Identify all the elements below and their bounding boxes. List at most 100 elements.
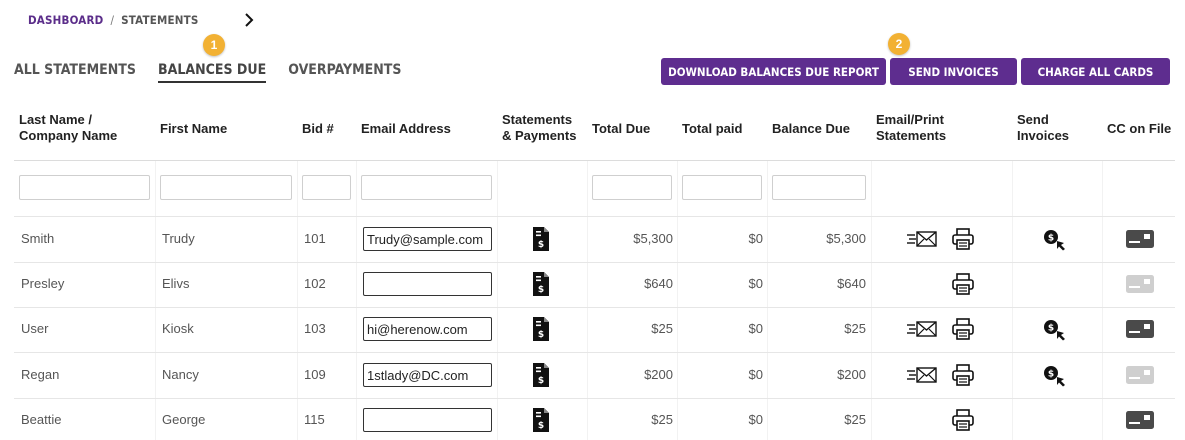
row-first-name: George (162, 412, 206, 427)
row-email-input[interactable] (363, 317, 492, 341)
svg-text:$: $ (1048, 370, 1054, 380)
email-statement-icon[interactable] (907, 321, 937, 342)
tab-all-statements[interactable]: ALL STATEMENTS (14, 62, 136, 83)
send-invoice-icon[interactable]: $ (1043, 319, 1067, 346)
row-balance-due: $25 (844, 412, 866, 427)
svg-text:$: $ (1048, 324, 1054, 334)
statement-tabs: ALL STATEMENTS BALANCES DUE OVERPAYMENTS (14, 62, 423, 83)
row-last-name: Presley (21, 276, 65, 291)
credit-card-icon[interactable] (1126, 230, 1154, 253)
row-first-name: Elivs (162, 276, 190, 291)
chevron-right-icon[interactable] (243, 12, 255, 28)
callout-badge-1: 1 (203, 34, 225, 56)
svg-text:$: $ (538, 376, 544, 386)
column-header-email[interactable]: Email Address (361, 121, 451, 137)
statement-document-icon[interactable]: $ (531, 226, 551, 257)
credit-card-icon[interactable] (1126, 366, 1154, 389)
filter-first-name-input[interactable] (160, 175, 292, 200)
row-last-name: Beattie (21, 412, 62, 427)
column-header-bid[interactable]: Bid # (302, 121, 334, 137)
credit-card-icon[interactable] (1126, 411, 1154, 434)
credit-card-icon[interactable] (1126, 320, 1154, 343)
column-header-statements-payments[interactable]: Statements & Payments (502, 112, 582, 144)
breadcrumb-dashboard-link[interactable]: DASHBOARD (28, 13, 103, 27)
row-total-paid: $0 (748, 231, 763, 246)
svg-text:$: $ (1048, 234, 1054, 244)
breadcrumb-current: STATEMENTS (121, 13, 199, 27)
row-balance-due: $25 (844, 321, 866, 336)
row-divider (14, 262, 1175, 263)
print-statement-icon[interactable] (952, 228, 974, 255)
row-first-name: Trudy (162, 231, 195, 246)
statement-document-icon[interactable]: $ (531, 362, 551, 393)
email-statement-icon[interactable] (907, 231, 937, 252)
column-header-balance-due[interactable]: Balance Due (772, 121, 850, 137)
header-divider (14, 160, 1175, 161)
column-header-total-due[interactable]: Total Due (592, 121, 650, 137)
row-bid: 102 (304, 276, 326, 291)
filter-total-due-input[interactable] (592, 175, 672, 200)
send-invoices-button[interactable]: SEND INVOICES (890, 58, 1017, 85)
row-last-name: Smith (21, 231, 55, 246)
credit-card-icon[interactable] (1126, 275, 1154, 298)
filter-total-paid-input[interactable] (682, 175, 762, 200)
breadcrumb: DASHBOARD / STATEMENTS (28, 13, 199, 27)
row-total-paid: $0 (748, 412, 763, 427)
print-statement-icon[interactable] (952, 409, 974, 436)
print-statement-icon[interactable] (952, 318, 974, 345)
row-divider (14, 216, 1175, 217)
callout-badge-2: 2 (888, 33, 910, 55)
row-first-name: Nancy (162, 367, 199, 382)
email-statement-icon[interactable] (907, 367, 937, 388)
row-total-paid: $0 (748, 321, 763, 336)
svg-text:$: $ (538, 285, 544, 295)
row-bid: 103 (304, 321, 326, 336)
filter-bid-input[interactable] (302, 175, 351, 200)
row-divider (14, 398, 1175, 399)
tab-balances-due[interactable]: BALANCES DUE (157, 62, 267, 83)
print-statement-icon[interactable] (952, 273, 974, 300)
svg-text:$: $ (538, 240, 544, 250)
statement-document-icon[interactable]: $ (531, 271, 551, 302)
row-balance-due: $5,300 (826, 231, 866, 246)
row-bid: 109 (304, 367, 326, 382)
row-bid: 115 (304, 412, 325, 427)
svg-text:$: $ (538, 421, 544, 431)
row-divider (14, 307, 1175, 308)
send-invoice-icon[interactable]: $ (1043, 229, 1067, 256)
row-first-name: Kiosk (162, 321, 194, 336)
row-balance-due: $200 (837, 367, 866, 382)
row-email-input[interactable] (363, 363, 492, 387)
column-header-total-paid[interactable]: Total paid (682, 121, 742, 137)
statement-document-icon[interactable]: $ (531, 407, 551, 438)
filter-email-input[interactable] (361, 175, 492, 200)
row-last-name: User (21, 321, 49, 336)
statement-document-icon[interactable]: $ (531, 316, 551, 347)
print-statement-icon[interactable] (952, 364, 974, 391)
filter-last-name-input[interactable] (19, 175, 150, 200)
row-total-paid: $0 (748, 367, 763, 382)
row-total-paid: $0 (748, 276, 763, 291)
send-invoice-icon[interactable]: $ (1043, 365, 1067, 392)
download-balances-due-report-button[interactable]: DOWNLOAD BALANCES DUE REPORT (661, 58, 886, 85)
column-header-first-name[interactable]: First Name (160, 121, 227, 137)
row-last-name: Regan (21, 367, 60, 382)
filter-balance-due-input[interactable] (772, 175, 866, 200)
column-header-cc-on-file[interactable]: CC on File (1107, 121, 1171, 137)
column-header-send-invoices[interactable]: Send Invoices (1017, 112, 1077, 144)
row-balance-due: $640 (837, 276, 866, 291)
row-total-due: $200 (644, 367, 673, 382)
column-header-last-name[interactable]: Last Name / Company Name (19, 112, 153, 144)
row-email-input[interactable] (363, 227, 492, 251)
row-email-input[interactable] (363, 272, 492, 296)
column-header-email-print[interactable]: Email/Print Statements (876, 112, 956, 144)
svg-text:$: $ (538, 330, 544, 340)
breadcrumb-separator: / (110, 13, 115, 27)
charge-all-cards-button[interactable]: CHARGE ALL CARDS (1021, 58, 1170, 85)
row-email-input[interactable] (363, 408, 492, 432)
row-total-due: $5,300 (633, 231, 673, 246)
row-total-due: $25 (651, 321, 673, 336)
row-divider (14, 352, 1175, 353)
tab-overpayments[interactable]: OVERPAYMENTS (288, 62, 401, 83)
row-total-due: $640 (644, 276, 673, 291)
